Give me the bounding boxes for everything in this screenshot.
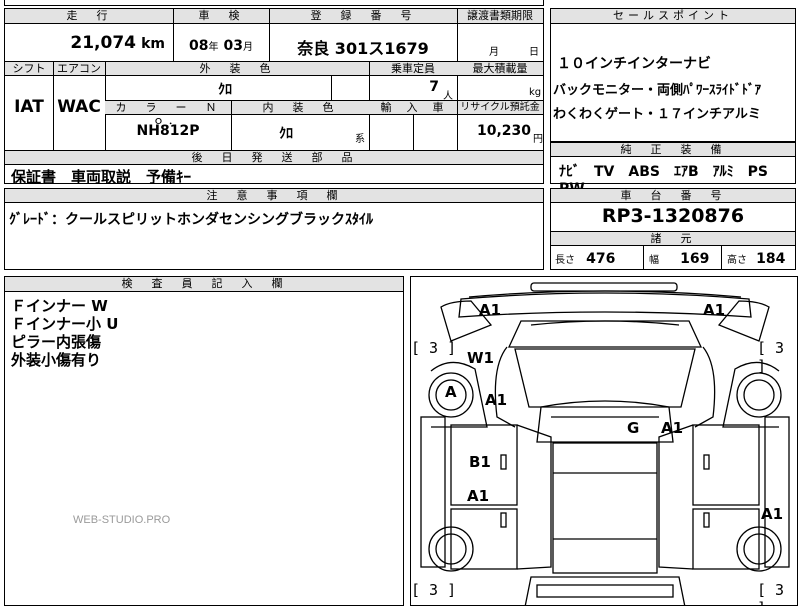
top-cut-row <box>4 0 544 6</box>
load-header: 最大積載量 <box>457 62 543 76</box>
mark-bracket-bottom-right: [ 3 ] <box>757 581 785 605</box>
watermark: WEB-STUDIO.PRO <box>73 514 171 526</box>
mileage-value: 21,074 km <box>5 25 165 61</box>
transfer-month-unit: 月 <box>489 47 499 58</box>
inspection-value: 08年 03月 <box>173 25 269 61</box>
sales-point-3: わくわくゲート・１７インチアルミ <box>553 107 761 122</box>
ac-header: エアコン <box>53 62 105 76</box>
spec-width: 幅 169 <box>649 248 709 267</box>
spec-length: 長さ 476 <box>555 248 615 267</box>
mileage-unit: km <box>141 36 165 52</box>
mark-a1-front-right: A1 <box>703 301 726 319</box>
specs-header: 諸 元 <box>551 232 795 246</box>
sales-point-1: １０インチインターナビ <box>557 56 711 72</box>
length-value: 476 <box>586 251 616 267</box>
mark-a1-left-door: A1 <box>467 487 490 505</box>
inspector-block: 検 査 員 記 入 欄 Ｆインナー W Ｆインナー小 U ピラー内張傷 外装小傷… <box>4 276 404 606</box>
spec-height: 高さ 184 <box>727 248 785 267</box>
mark-a1-left-fender: A1 <box>485 391 508 409</box>
notes-value: ｸﾞﾚｰﾄﾞ：クールスピリットホンダセンシングブラックｽﾀｲﾙ <box>9 212 373 228</box>
chassis-block: 車 台 番 号 RP3-1320876 諸 元 長さ 476 幅 169 高さ … <box>550 188 796 270</box>
recycle-value: 10,230 <box>476 123 531 139</box>
mark-b1: B1 <box>469 453 491 471</box>
recycle-unit: 円 <box>533 134 543 145</box>
mark-w1: W1 <box>467 349 494 367</box>
height-label: 高さ <box>727 255 747 266</box>
color-no-header: カ ラ ー Ｎ ｏ． <box>105 101 232 127</box>
recycle-header: リサイクル預託金 <box>457 101 543 115</box>
car-outline <box>420 282 790 605</box>
ac-value: WAC <box>57 97 101 117</box>
transfer-header: 譲渡書類期限 <box>457 9 543 24</box>
inspection-month: 03 <box>223 38 244 54</box>
mileage-header: 走 行 <box>5 9 173 24</box>
accessories-value: 保証書 車両取説 予備ｷｰ <box>11 168 192 186</box>
mark-g: G <box>627 419 640 437</box>
mark-a-wheel: A <box>445 383 457 401</box>
inspector-line-4: 外装小傷有り <box>11 351 102 369</box>
interior-unit: 系 <box>355 134 365 145</box>
color-no-value: NH812P <box>136 123 200 139</box>
accessories-header: 後 日 発 送 部 品 <box>5 151 543 165</box>
registration-header: 登 録 番 号 <box>269 9 457 24</box>
inspection-month-unit: 月 <box>243 42 254 53</box>
interior-value: ｸﾛ <box>279 126 293 142</box>
mark-bracket-top-right: [ 3 ] <box>757 339 785 375</box>
width-value: 169 <box>680 251 710 267</box>
shift-header: シフト <box>5 62 53 76</box>
interior-header: 内 装 色 <box>231 101 369 115</box>
standard-equipment-block: 純 正 装 備 ﾅﾋﾞ TV ABS ｴｱB ｱﾙﾐ PS PW <box>550 142 796 197</box>
mark-a1-front-left: A1 <box>479 301 502 319</box>
car-diagram: A1 A1 [ 3 ] [ 3 ] W1 A A1 G A1 B1 A1 A1 … <box>410 276 798 606</box>
mark-a1-right-low: A1 <box>761 505 784 523</box>
standard-equipment-header: 純 正 装 備 <box>551 143 795 157</box>
exterior-header: 外 装 色 <box>105 62 369 76</box>
load-unit: kg <box>529 87 542 98</box>
vehicle-info-block: 走 行 車 検 登 録 番 号 譲渡書類期限 21,074 km 08年 03月… <box>4 8 544 186</box>
notes-header: 注 意 事 項 欄 <box>5 189 543 203</box>
mileage-number: 21,074 <box>70 33 136 53</box>
inspector-header: 検 査 員 記 入 欄 <box>5 277 403 292</box>
inspection-year: 08 <box>188 38 209 54</box>
mark-a1-right: A1 <box>661 419 684 437</box>
import-header: 輸 入 車 <box>369 101 457 115</box>
capacity-value: 7 <box>429 79 439 95</box>
chassis-header: 車 台 番 号 <box>551 189 795 203</box>
exterior-value: ｸﾛ <box>218 82 232 98</box>
width-label: 幅 <box>649 255 659 266</box>
shift-value: IAT <box>14 97 44 117</box>
sales-point-header: セールスポイント <box>551 9 795 24</box>
height-value: 184 <box>756 251 786 267</box>
mark-bracket-bottom-left: [ 3 ] <box>411 581 457 599</box>
mark-bracket-top-left: [ 3 ] <box>411 339 457 357</box>
transfer-day-unit: 日 <box>529 47 539 58</box>
plate-value: 奈良 301ス1679 <box>297 39 429 58</box>
sales-point-2: バックモニター・両側ﾊﾟﾜｰｽﾗｲﾄﾞﾄﾞｱ <box>553 83 762 98</box>
length-label: 長さ <box>555 255 575 266</box>
capacity-header: 乗車定員 <box>369 62 457 76</box>
notes-block: 注 意 事 項 欄 ｸﾞﾚｰﾄﾞ：クールスピリットホンダセンシングブラックｽﾀｲ… <box>4 188 544 270</box>
sales-point-block: セールスポイント １０インチインターナビ バックモニター・両側ﾊﾟﾜｰｽﾗｲﾄﾞ… <box>550 8 796 142</box>
inspection-header: 車 検 <box>173 9 269 24</box>
inspection-year-unit: 年 <box>208 42 219 53</box>
chassis-value: RP3-1320876 <box>601 205 745 227</box>
